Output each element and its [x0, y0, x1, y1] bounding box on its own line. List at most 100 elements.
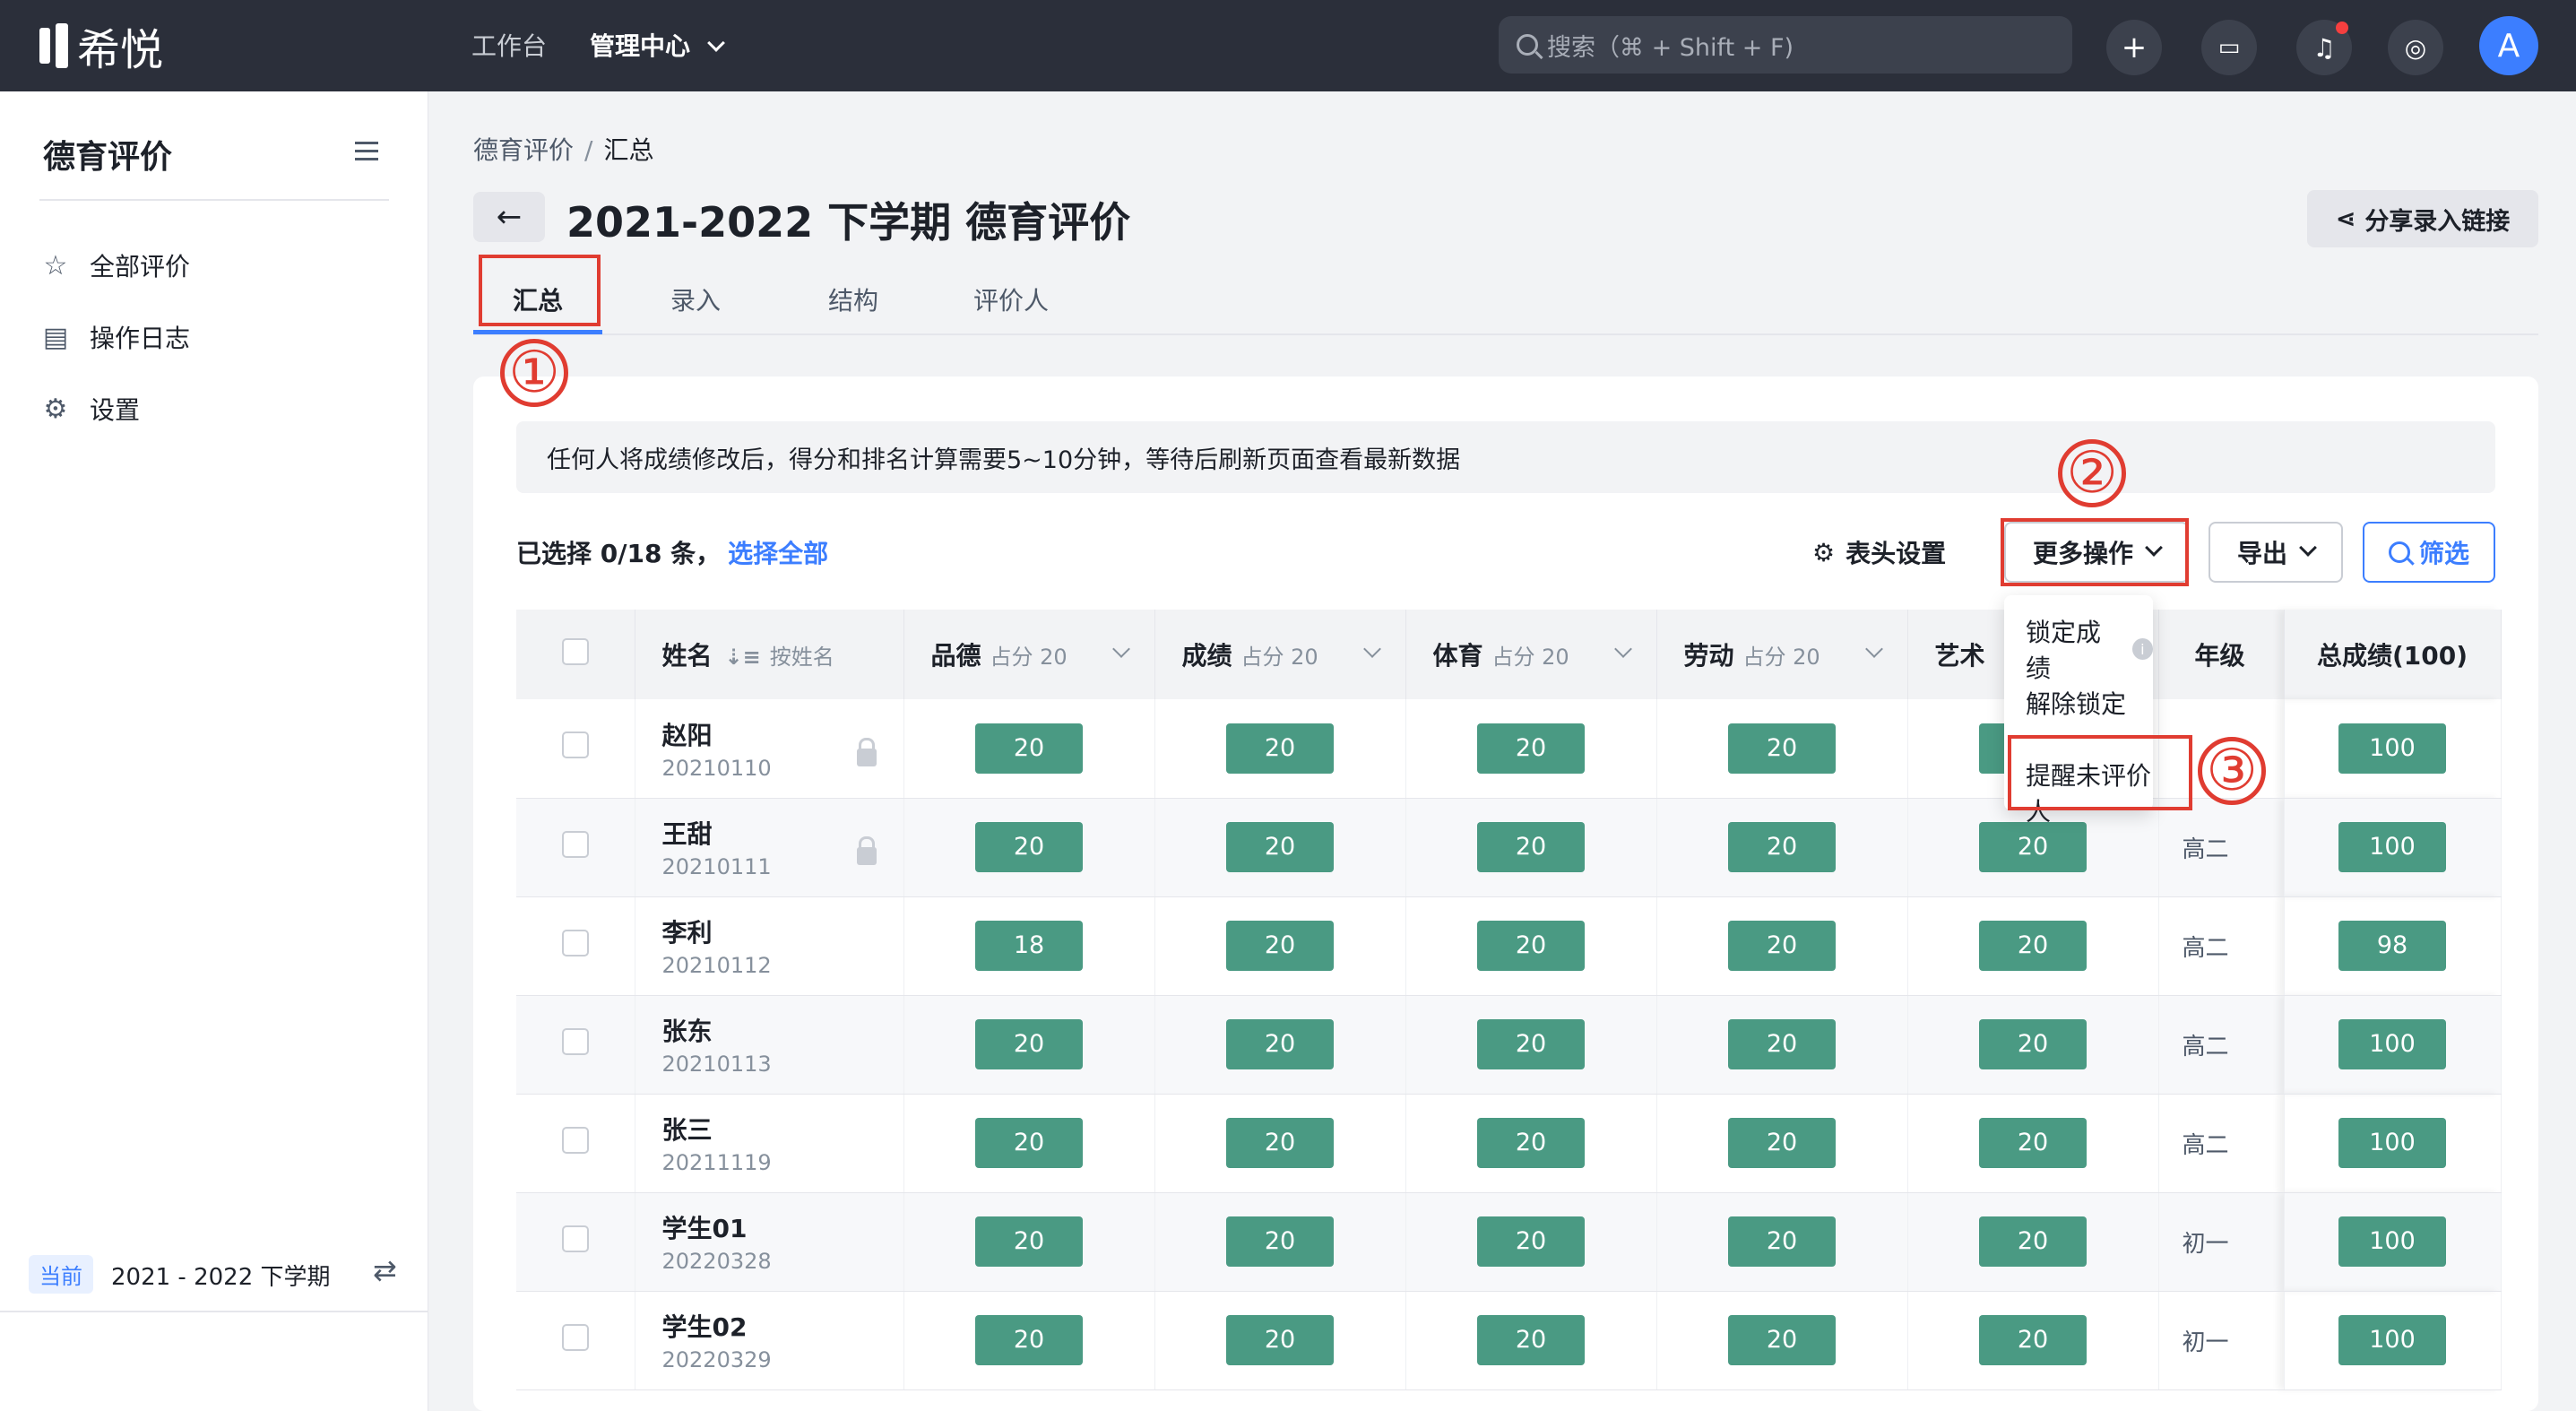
- score-badge[interactable]: 20: [1728, 1118, 1836, 1168]
- sort-icon[interactable]: ⇣≡: [725, 645, 761, 670]
- score-badge[interactable]: 20: [1477, 1019, 1585, 1069]
- score-badge[interactable]: 20: [1979, 1216, 2087, 1267]
- select-all-checkbox[interactable]: [561, 637, 589, 665]
- total-score-badge[interactable]: 100: [2338, 723, 2446, 774]
- score-badge[interactable]: 20: [1226, 723, 1334, 774]
- header-settings-button[interactable]: ⚙ 表头设置: [1812, 534, 1946, 570]
- chevron-down-icon[interactable]: [1111, 640, 1130, 658]
- score-badge[interactable]: 20: [1226, 921, 1334, 971]
- sidebar-item-settings[interactable]: ⚙ 设置: [41, 391, 140, 427]
- tab-structure[interactable]: 结构: [828, 281, 878, 317]
- score-badge[interactable]: 20: [1477, 723, 1585, 774]
- score-badge[interactable]: 20: [1226, 1315, 1334, 1365]
- sidebar-title: 德育评价: [43, 139, 173, 176]
- sidebar-item-operation-log[interactable]: ▤ 操作日志: [41, 319, 190, 355]
- score-badge[interactable]: 20: [975, 723, 1083, 774]
- chevron-down-icon[interactable]: [1362, 640, 1381, 658]
- select-all-link[interactable]: 选择全部: [728, 539, 828, 568]
- row-checkbox[interactable]: [561, 1225, 589, 1252]
- global-search-input[interactable]: 搜索（⌘ + Shift + F): [1499, 16, 2072, 74]
- score-badge[interactable]: 20: [1979, 822, 2087, 872]
- tab-evaluators[interactable]: 评价人: [973, 281, 1049, 317]
- total-score-badge[interactable]: 100: [2338, 1315, 2446, 1365]
- score-badge[interactable]: 20: [975, 1019, 1083, 1069]
- score-badge[interactable]: 20: [1226, 1019, 1334, 1069]
- chevron-down-icon[interactable]: [1613, 640, 1632, 658]
- column-header-sports[interactable]: 体育 占分 20: [1405, 610, 1657, 699]
- column-header-grades[interactable]: 成绩 占分 20: [1154, 610, 1406, 699]
- row-checkbox[interactable]: [561, 1323, 589, 1351]
- score-badge[interactable]: 20: [1477, 921, 1585, 971]
- table-row[interactable]: 王甜 20210111 20 20 20 20 20 高二 100: [516, 798, 2502, 897]
- table-row[interactable]: 学生02 20220329 20 20 20 20 20 初一 100: [516, 1291, 2502, 1390]
- score-badge[interactable]: 20: [975, 1118, 1083, 1168]
- score-badge[interactable]: 20: [1728, 1315, 1836, 1365]
- score-badge[interactable]: 20: [1979, 1315, 2087, 1365]
- score-cell: 20: [1154, 896, 1406, 996]
- annotation-box-3: [2008, 735, 2192, 810]
- row-checkbox[interactable]: [561, 1126, 589, 1154]
- table-row[interactable]: 李利 20210112 18 20 20 20 20 高二 98: [516, 896, 2502, 996]
- score-badge[interactable]: 20: [975, 1315, 1083, 1365]
- total-score-badge[interactable]: 100: [2338, 1118, 2446, 1168]
- add-button[interactable]: +: [2106, 20, 2162, 75]
- score-badge[interactable]: 20: [1728, 1019, 1836, 1069]
- score-badge[interactable]: 20: [1979, 1118, 2087, 1168]
- column-header-labor[interactable]: 劳动 占分 20: [1656, 610, 1908, 699]
- score-badge[interactable]: 20: [1477, 1118, 1585, 1168]
- switch-term-icon[interactable]: ⇄: [373, 1253, 397, 1287]
- back-button[interactable]: ←: [473, 192, 545, 242]
- score-badge[interactable]: 20: [975, 1216, 1083, 1267]
- score-badge[interactable]: 20: [1226, 822, 1334, 872]
- notifications-button[interactable]: ♫: [2296, 20, 2352, 75]
- student-cell: 学生02 20220329: [635, 1291, 904, 1390]
- nav-admin-center[interactable]: 管理中心: [590, 27, 725, 63]
- score-badge[interactable]: 20: [1477, 1315, 1585, 1365]
- collapse-sidebar-icon[interactable]: [355, 142, 378, 161]
- filter-button[interactable]: 筛选: [2363, 522, 2495, 583]
- score-badge[interactable]: 18: [975, 921, 1083, 971]
- score-badge[interactable]: 20: [975, 822, 1083, 872]
- score-badge[interactable]: 20: [1979, 1019, 2087, 1069]
- score-badge[interactable]: 20: [1979, 921, 2087, 971]
- table-row[interactable]: 张东 20210113 20 20 20 20 20 高二 100: [516, 995, 2502, 1095]
- help-button[interactable]: ◎: [2388, 20, 2443, 75]
- score-badge[interactable]: 20: [1477, 1216, 1585, 1267]
- total-score-badge[interactable]: 100: [2338, 1019, 2446, 1069]
- menu-item-unlock[interactable]: 解除锁定: [2026, 685, 2126, 721]
- score-badge[interactable]: 20: [1728, 822, 1836, 872]
- total-score-badge[interactable]: 100: [2338, 822, 2446, 872]
- row-checkbox[interactable]: [561, 731, 589, 759]
- score-badge[interactable]: 20: [1477, 822, 1585, 872]
- breadcrumb-parent[interactable]: 德育评价: [473, 135, 574, 165]
- nav-workbench[interactable]: 工作台: [471, 27, 547, 63]
- column-header-name[interactable]: 姓名 ⇣≡ 按姓名: [635, 610, 904, 699]
- column-header-morality[interactable]: 品德 占分 20: [903, 610, 1155, 699]
- column-header-total[interactable]: 总成绩(100): [2284, 610, 2502, 699]
- table-row[interactable]: 学生01 20220328 20 20 20 20 20 初一 100: [516, 1192, 2502, 1292]
- app-logo[interactable]: 希悦: [39, 20, 163, 75]
- messages-button[interactable]: ▭: [2201, 20, 2257, 75]
- row-checkbox[interactable]: [561, 830, 589, 858]
- row-checkbox[interactable]: [561, 1027, 589, 1055]
- info-icon[interactable]: i: [2131, 638, 2153, 660]
- table-row[interactable]: 张三 20211119 20 20 20 20 20 高二 100: [516, 1094, 2502, 1193]
- score-badge[interactable]: 20: [1728, 1216, 1836, 1267]
- total-score-badge[interactable]: 100: [2338, 1216, 2446, 1267]
- tab-entry[interactable]: 录入: [670, 281, 721, 317]
- menu-item-lock-grades[interactable]: 锁定成绩 i: [2026, 613, 2153, 685]
- share-entry-link-button[interactable]: ⋖ 分享录入链接: [2307, 190, 2538, 247]
- chevron-down-icon[interactable]: [1864, 640, 1883, 658]
- total-score-badge[interactable]: 98: [2338, 921, 2446, 971]
- row-checkbox[interactable]: [561, 929, 589, 957]
- score-badge[interactable]: 20: [1226, 1118, 1334, 1168]
- column-header-grade[interactable]: 年级: [2158, 610, 2285, 699]
- sidebar-item-all-evaluations[interactable]: ☆ 全部评价: [41, 247, 190, 283]
- avatar[interactable]: A: [2479, 16, 2538, 75]
- score-badge[interactable]: 20: [1728, 921, 1836, 971]
- export-button[interactable]: 导出: [2209, 522, 2343, 583]
- breadcrumb: 德育评价 / 汇总: [473, 131, 653, 167]
- score-badge[interactable]: 20: [1226, 1216, 1334, 1267]
- support-icon: ◎: [2404, 32, 2427, 63]
- score-badge[interactable]: 20: [1728, 723, 1836, 774]
